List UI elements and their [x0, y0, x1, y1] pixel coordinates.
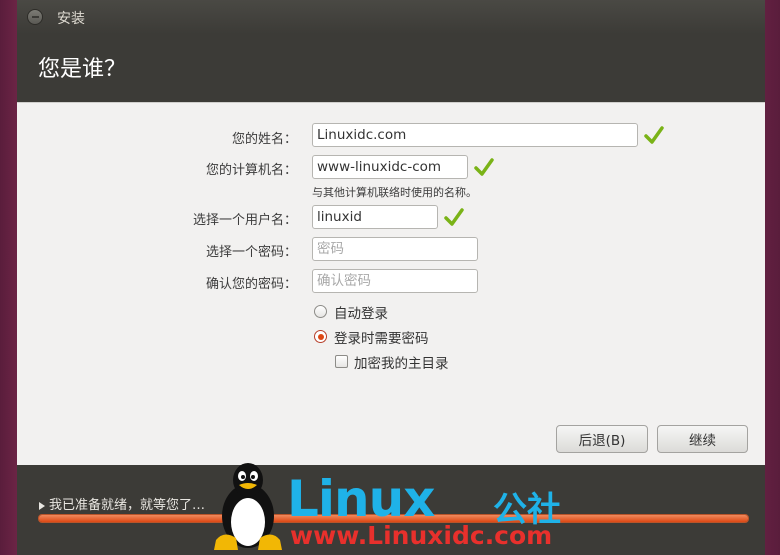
auto-login-label[interactable]: 自动登录: [334, 302, 388, 322]
close-icon: [31, 16, 39, 18]
encrypt-home-label[interactable]: 加密我的主目录: [354, 352, 449, 372]
page-header: 您是谁？: [17, 34, 765, 102]
name-field[interactable]: [312, 123, 638, 147]
computer-name-field[interactable]: [312, 155, 468, 179]
continue-button[interactable]: 继续: [657, 425, 748, 453]
watermark-brand: Linux: [287, 470, 435, 528]
expand-triangle-icon: [39, 501, 45, 510]
window-title: 安装: [57, 11, 85, 27]
close-window-button[interactable]: [27, 9, 43, 25]
computer-name-label: 您的计算机名：: [205, 163, 297, 178]
require-password-label[interactable]: 登录时需要密码: [334, 327, 429, 347]
auto-login-radio[interactable]: [314, 305, 327, 318]
valid-check-icon: [644, 126, 664, 144]
status-text: 我已准备就绪，就等您了…: [49, 498, 206, 513]
valid-check-icon: [474, 158, 494, 176]
username-field[interactable]: [312, 205, 438, 229]
confirm-password-label: 确认您的密码：: [205, 277, 297, 292]
title-bar: 安装: [17, 0, 765, 34]
name-label: 您的姓名：: [231, 132, 297, 147]
status-text-row[interactable]: 我已准备就绪，就等您了…: [39, 494, 205, 513]
computer-name-hint: 与其他计算机联络时使用的名称。: [312, 186, 477, 199]
require-password-radio[interactable]: [314, 330, 327, 343]
password-field[interactable]: [312, 237, 478, 261]
form-panel: 您的姓名： 您的计算机名： 与其他计算机联络时使用的名称。 选择一个用户名： 选…: [17, 102, 765, 466]
tux-penguin-logo: [214, 463, 282, 550]
valid-check-icon: [444, 208, 464, 226]
watermark-url: www.Linuxidc.com: [290, 521, 553, 550]
encrypt-home-checkbox[interactable]: [335, 355, 348, 368]
password-label: 选择一个密码：: [205, 245, 297, 260]
username-label: 选择一个用户名：: [192, 213, 297, 228]
confirm-password-field[interactable]: [312, 269, 478, 293]
page-title: 您是谁？: [38, 57, 127, 82]
back-button[interactable]: 后退(B): [556, 425, 648, 453]
